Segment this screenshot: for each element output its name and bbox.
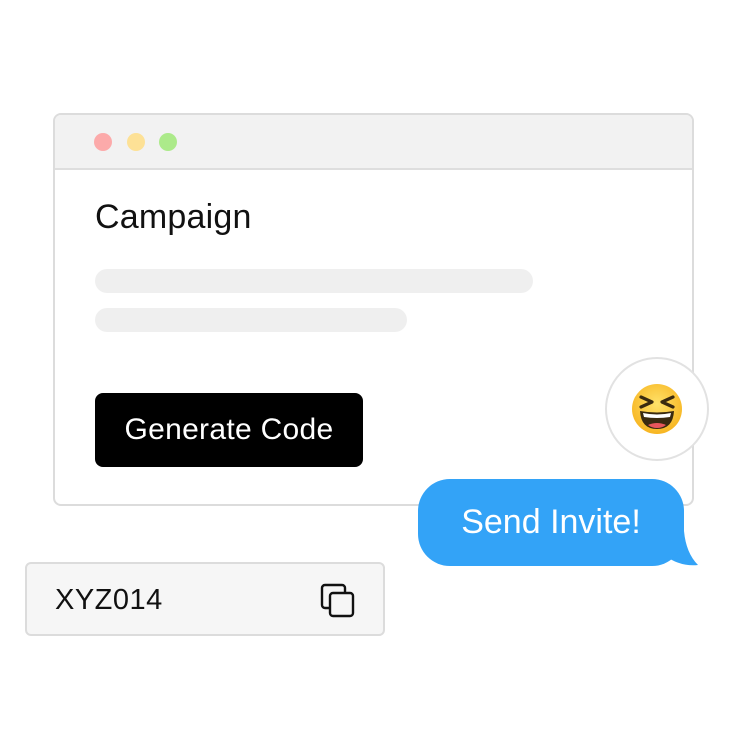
copy-icon[interactable] — [320, 583, 356, 619]
maximize-window-dot[interactable] — [159, 133, 177, 151]
invite-code-value: XYZ014 — [55, 584, 163, 616]
minimize-window-dot[interactable] — [127, 133, 145, 151]
window-titlebar — [55, 115, 692, 170]
invite-code-field: XYZ014 — [25, 562, 385, 636]
campaign-title: Campaign — [95, 198, 252, 236]
grinning-squinting-face-icon — [632, 384, 682, 434]
send-invite-bubble[interactable]: Send Invite! — [418, 479, 684, 566]
browser-window: Campaign Generate Code — [53, 113, 694, 506]
generate-code-button[interactable]: Generate Code — [95, 393, 363, 467]
reaction-badge — [605, 357, 709, 461]
illustration-stage: Campaign Generate Code Send Invite! XYZ0… — [0, 0, 750, 750]
placeholder-line — [95, 269, 533, 293]
message-bubble-group: Send Invite! — [418, 479, 700, 569]
placeholder-line — [95, 308, 407, 332]
close-window-dot[interactable] — [94, 133, 112, 151]
